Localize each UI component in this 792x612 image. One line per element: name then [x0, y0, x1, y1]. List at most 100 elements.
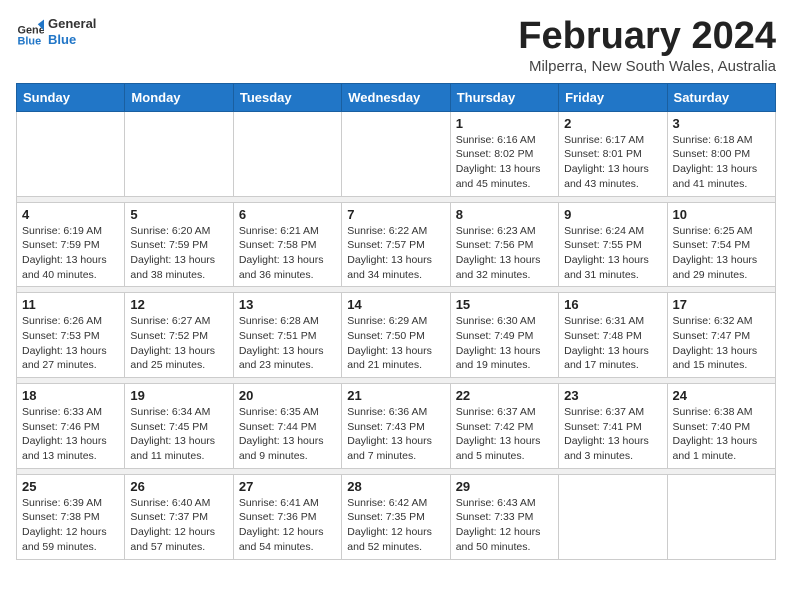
- day-info: Sunrise: 6:30 AMSunset: 7:49 PMDaylight:…: [456, 314, 553, 373]
- day-number: 2: [564, 116, 661, 131]
- calendar-cell: [342, 111, 450, 196]
- calendar-week-2: 4 Sunrise: 6:19 AMSunset: 7:59 PMDaylight…: [17, 202, 776, 287]
- day-number: 11: [22, 297, 119, 312]
- day-number: 21: [347, 388, 444, 403]
- logo: General Blue General Blue: [16, 16, 96, 47]
- calendar-cell: 21 Sunrise: 6:36 AMSunset: 7:43 PMDayligh…: [342, 384, 450, 469]
- day-info: Sunrise: 6:40 AMSunset: 7:37 PMDaylight:…: [130, 496, 227, 555]
- day-info: Sunrise: 6:43 AMSunset: 7:33 PMDaylight:…: [456, 496, 553, 555]
- calendar-cell: 25 Sunrise: 6:39 AMSunset: 7:38 PMDayligh…: [17, 474, 125, 559]
- calendar-cell: [125, 111, 233, 196]
- day-info: Sunrise: 6:20 AMSunset: 7:59 PMDaylight:…: [130, 224, 227, 283]
- calendar-week-5: 25 Sunrise: 6:39 AMSunset: 7:38 PMDayligh…: [17, 474, 776, 559]
- day-number: 24: [673, 388, 770, 403]
- calendar-cell: 28 Sunrise: 6:42 AMSunset: 7:35 PMDayligh…: [342, 474, 450, 559]
- day-number: 17: [673, 297, 770, 312]
- calendar-cell: 27Sunrise: 6:41 AMSunset: 7:36 PMDayligh…: [233, 474, 341, 559]
- day-number: 9: [564, 207, 661, 222]
- day-info: Sunrise: 6:23 AMSunset: 7:56 PMDaylight:…: [456, 224, 553, 283]
- day-info: Sunrise: 6:35 AMSunset: 7:44 PMDaylight:…: [239, 405, 336, 464]
- calendar-cell: [233, 111, 341, 196]
- svg-text:Blue: Blue: [18, 35, 42, 46]
- day-number: 4: [22, 207, 119, 222]
- page-title: February 2024: [518, 16, 776, 58]
- day-info: Sunrise: 6:21 AMSunset: 7:58 PMDaylight:…: [239, 224, 336, 283]
- day-number: 15: [456, 297, 553, 312]
- day-info: Sunrise: 6:42 AMSunset: 7:35 PMDaylight:…: [347, 496, 444, 555]
- day-number: 16: [564, 297, 661, 312]
- logo-line2: Blue: [48, 32, 96, 48]
- day-info: Sunrise: 6:36 AMSunset: 7:43 PMDaylight:…: [347, 405, 444, 464]
- day-info: Sunrise: 6:32 AMSunset: 7:47 PMDaylight:…: [673, 314, 770, 373]
- weekday-header-friday: Friday: [559, 83, 667, 111]
- day-number: 13: [239, 297, 336, 312]
- calendar-week-4: 18 Sunrise: 6:33 AMSunset: 7:46 PMDayligh…: [17, 384, 776, 469]
- day-info: Sunrise: 6:26 AMSunset: 7:53 PMDaylight:…: [22, 314, 119, 373]
- calendar-cell: 4 Sunrise: 6:19 AMSunset: 7:59 PMDaylight…: [17, 202, 125, 287]
- calendar-table: SundayMondayTuesdayWednesdayThursdayFrid…: [16, 83, 776, 560]
- day-info: Sunrise: 6:31 AMSunset: 7:48 PMDaylight:…: [564, 314, 661, 373]
- day-info: Sunrise: 6:24 AMSunset: 7:55 PMDaylight:…: [564, 224, 661, 283]
- calendar-week-1: 1Sunrise: 6:16 AMSunset: 8:02 PMDaylight…: [17, 111, 776, 196]
- calendar-cell: 1Sunrise: 6:16 AMSunset: 8:02 PMDaylight…: [450, 111, 558, 196]
- calendar-cell: 2 Sunrise: 6:17 AMSunset: 8:01 PMDaylight…: [559, 111, 667, 196]
- calendar-cell: 7Sunrise: 6:22 AMSunset: 7:57 PMDaylight…: [342, 202, 450, 287]
- day-number: 25: [22, 479, 119, 494]
- day-number: 1: [456, 116, 553, 131]
- day-number: 20: [239, 388, 336, 403]
- calendar-cell: 14Sunrise: 6:29 AMSunset: 7:50 PMDayligh…: [342, 293, 450, 378]
- day-number: 29: [456, 479, 553, 494]
- day-number: 14: [347, 297, 444, 312]
- day-info: Sunrise: 6:39 AMSunset: 7:38 PMDaylight:…: [22, 496, 119, 555]
- header: General Blue General Blue February 2024 …: [16, 16, 776, 75]
- day-number: 3: [673, 116, 770, 131]
- day-number: 5: [130, 207, 227, 222]
- calendar-cell: 29 Sunrise: 6:43 AMSunset: 7:33 PMDayligh…: [450, 474, 558, 559]
- calendar-cell: 3 Sunrise: 6:18 AMSunset: 8:00 PMDaylight…: [667, 111, 775, 196]
- calendar-cell: 6 Sunrise: 6:21 AMSunset: 7:58 PMDaylight…: [233, 202, 341, 287]
- day-info: Sunrise: 6:28 AMSunset: 7:51 PMDaylight:…: [239, 314, 336, 373]
- day-info: Sunrise: 6:27 AMSunset: 7:52 PMDaylight:…: [130, 314, 227, 373]
- calendar-cell: 23Sunrise: 6:37 AMSunset: 7:41 PMDayligh…: [559, 384, 667, 469]
- calendar-cell: 5 Sunrise: 6:20 AMSunset: 7:59 PMDaylight…: [125, 202, 233, 287]
- calendar-cell: 24Sunrise: 6:38 AMSunset: 7:40 PMDayligh…: [667, 384, 775, 469]
- day-info: Sunrise: 6:34 AMSunset: 7:45 PMDaylight:…: [130, 405, 227, 464]
- calendar-cell: 26 Sunrise: 6:40 AMSunset: 7:37 PMDayligh…: [125, 474, 233, 559]
- calendar-cell: 8Sunrise: 6:23 AMSunset: 7:56 PMDaylight…: [450, 202, 558, 287]
- day-number: 18: [22, 388, 119, 403]
- day-info: Sunrise: 6:33 AMSunset: 7:46 PMDaylight:…: [22, 405, 119, 464]
- day-number: 26: [130, 479, 227, 494]
- day-number: 10: [673, 207, 770, 222]
- calendar-cell: 12 Sunrise: 6:27 AMSunset: 7:52 PMDayligh…: [125, 293, 233, 378]
- calendar-cell: 9 Sunrise: 6:24 AMSunset: 7:55 PMDaylight…: [559, 202, 667, 287]
- day-info: Sunrise: 6:19 AMSunset: 7:59 PMDaylight:…: [22, 224, 119, 283]
- weekday-header-wednesday: Wednesday: [342, 83, 450, 111]
- calendar-cell: 22Sunrise: 6:37 AMSunset: 7:42 PMDayligh…: [450, 384, 558, 469]
- day-number: 19: [130, 388, 227, 403]
- calendar-cell: [559, 474, 667, 559]
- calendar-cell: 15 Sunrise: 6:30 AMSunset: 7:49 PMDayligh…: [450, 293, 558, 378]
- calendar-cell: 13 Sunrise: 6:28 AMSunset: 7:51 PMDayligh…: [233, 293, 341, 378]
- day-info: Sunrise: 6:17 AMSunset: 8:01 PMDaylight:…: [564, 133, 661, 192]
- weekday-header-monday: Monday: [125, 83, 233, 111]
- calendar-body: 1Sunrise: 6:16 AMSunset: 8:02 PMDaylight…: [17, 111, 776, 559]
- calendar-week-3: 11 Sunrise: 6:26 AMSunset: 7:53 PMDayligh…: [17, 293, 776, 378]
- calendar-cell: 17 Sunrise: 6:32 AMSunset: 7:47 PMDayligh…: [667, 293, 775, 378]
- calendar-cell: [667, 474, 775, 559]
- calendar-cell: 18 Sunrise: 6:33 AMSunset: 7:46 PMDayligh…: [17, 384, 125, 469]
- day-number: 28: [347, 479, 444, 494]
- day-number: 22: [456, 388, 553, 403]
- logo-line1: General: [48, 16, 96, 32]
- logo-icon: General Blue: [16, 18, 44, 46]
- calendar-cell: 19 Sunrise: 6:34 AMSunset: 7:45 PMDayligh…: [125, 384, 233, 469]
- day-number: 27: [239, 479, 336, 494]
- day-info: Sunrise: 6:22 AMSunset: 7:57 PMDaylight:…: [347, 224, 444, 283]
- day-number: 6: [239, 207, 336, 222]
- page-subtitle: Milperra, New South Wales, Australia: [518, 58, 776, 75]
- weekday-header-sunday: Sunday: [17, 83, 125, 111]
- day-number: 12: [130, 297, 227, 312]
- day-info: Sunrise: 6:25 AMSunset: 7:54 PMDaylight:…: [673, 224, 770, 283]
- day-info: Sunrise: 6:18 AMSunset: 8:00 PMDaylight:…: [673, 133, 770, 192]
- day-number: 23: [564, 388, 661, 403]
- calendar-cell: 16 Sunrise: 6:31 AMSunset: 7:48 PMDayligh…: [559, 293, 667, 378]
